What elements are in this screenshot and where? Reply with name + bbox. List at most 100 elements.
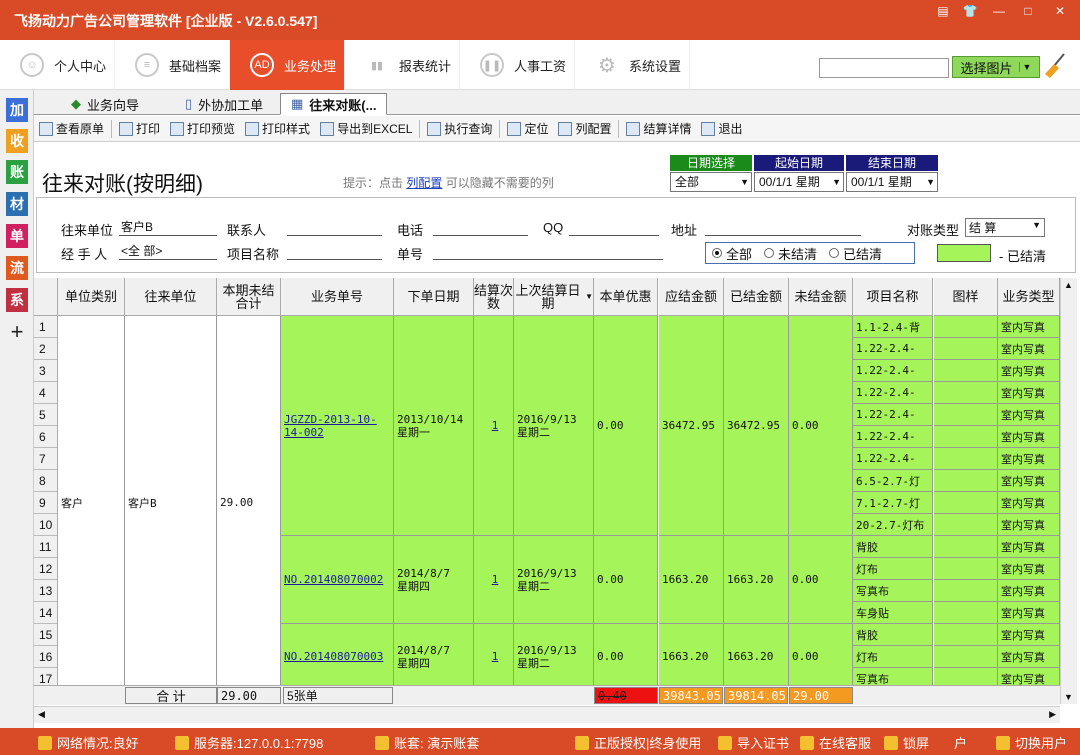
horizontal-scrollbar[interactable]: ◀ ▶	[34, 706, 1060, 723]
broom-icon[interactable]	[1042, 52, 1068, 80]
online-service-button[interactable]: 在线客服	[800, 733, 871, 752]
order-number-cell[interactable]: JGZZD-2013-10-14-002	[281, 316, 394, 536]
switch-user-button[interactable]: 切换用户	[996, 733, 1067, 752]
search-input[interactable]	[819, 58, 949, 78]
select-image-button[interactable]: 选择图片 ▼	[952, 56, 1040, 78]
row-number: 6	[34, 426, 58, 448]
view-original-button[interactable]: 查看原单	[34, 118, 109, 140]
sidebar-order[interactable]: 单	[6, 224, 28, 248]
order-link[interactable]: NO.201408070003	[284, 650, 383, 663]
date-range-select[interactable]: 全部 ▼	[670, 172, 752, 192]
nav-settings[interactable]: ⚙ 系统设置	[575, 40, 690, 90]
column-header[interactable]: 单位类别	[58, 278, 125, 316]
nav-business[interactable]: AD 业务处理	[230, 40, 345, 90]
lock-screen-button[interactable]: 锁屏	[884, 733, 929, 752]
toolbar-label: 打印样式	[262, 122, 311, 136]
sidebar-material[interactable]: 材	[6, 192, 28, 216]
column-header[interactable]: 业务单号	[281, 278, 394, 316]
settle-count-cell[interactable]: 1	[474, 624, 514, 690]
scroll-up-icon[interactable]: ▲	[1064, 280, 1073, 290]
column-config-button[interactable]: 列配置	[553, 118, 616, 140]
order-no-field[interactable]	[433, 242, 663, 260]
sidebar-flow[interactable]: 流	[6, 256, 28, 280]
import-cert-button[interactable]: 导入证书	[718, 733, 789, 752]
handler-field[interactable]: <全 部>	[119, 242, 217, 260]
scroll-right-icon[interactable]: ▶	[1049, 709, 1056, 720]
order-number-cell[interactable]: NO.201408070003	[281, 624, 394, 690]
radio-settled[interactable]: 已结清	[829, 244, 882, 263]
phone-field[interactable]	[433, 218, 528, 236]
close-icon[interactable]: ✕	[1048, 2, 1072, 20]
tab-outsource[interactable]: ▯ 外协加工单	[174, 93, 274, 115]
nav-personal-center[interactable]: ☺ 个人中心	[0, 40, 115, 90]
pattern-cell	[934, 580, 998, 602]
column-header[interactable]: 图样	[934, 278, 998, 316]
order-link[interactable]: NO.201408070002	[284, 573, 383, 586]
tab-business-guide[interactable]: ◆ 业务向导	[60, 93, 150, 115]
sort-icon[interactable]: ▼	[585, 290, 593, 303]
nav-reports[interactable]: ▮▮ 报表统计	[345, 40, 460, 90]
biz-type-cell: 室内写真	[998, 382, 1060, 404]
menu-icon[interactable]: ▤	[931, 2, 955, 20]
biz-type-cell: 室内写真	[998, 624, 1060, 646]
address-field[interactable]	[705, 218, 861, 236]
settle-count-cell[interactable]: 1	[474, 316, 514, 536]
column-header[interactable]: 已结金额	[724, 278, 789, 316]
column-header[interactable]: 未结金额	[789, 278, 853, 316]
column-header[interactable]: 业务类型	[998, 278, 1060, 316]
settlement-detail-button[interactable]: 结算详情	[621, 118, 696, 140]
export-excel-button[interactable]: 导出到EXCEL	[315, 118, 417, 140]
scroll-left-icon[interactable]: ◀	[38, 709, 45, 720]
column-header[interactable]: 结算次数	[474, 278, 514, 316]
locate-button[interactable]: 定位	[502, 118, 553, 140]
print-preview-button[interactable]: 打印预览	[165, 118, 240, 140]
column-header[interactable]: 下单日期	[394, 278, 474, 316]
scroll-down-icon[interactable]: ▼	[1064, 692, 1073, 702]
project-field[interactable]	[287, 242, 382, 260]
skin-icon[interactable]: 👕	[958, 2, 982, 20]
column-header[interactable]: 本单优惠	[594, 278, 658, 316]
partner-field[interactable]: 客户B	[119, 218, 217, 236]
settle-status-radios: 全部 未结清 已结清	[705, 242, 915, 264]
print-button[interactable]: 打印	[114, 118, 165, 140]
column-header[interactable]: 往来单位	[125, 278, 217, 316]
discount-cell: 0.00	[594, 624, 658, 690]
sidebar-receive[interactable]: 收	[6, 129, 28, 153]
settle-count-link[interactable]: 1	[492, 419, 499, 432]
vertical-scrollbar[interactable]: ▲ ▼	[1060, 278, 1077, 704]
sidebar-add[interactable]: 加	[6, 98, 28, 122]
column-header[interactable]: 应结金额	[659, 278, 724, 316]
biz-type-cell: 室内写真	[998, 558, 1060, 580]
nav-basic-records[interactable]: ≡ 基础档案	[115, 40, 230, 90]
order-link[interactable]: JGZZD-2013-10-14-002	[284, 413, 393, 439]
contact-field[interactable]	[287, 218, 382, 236]
order-number-cell[interactable]: NO.201408070002	[281, 536, 394, 624]
totals-order-count: 5张单	[283, 687, 393, 704]
column-header[interactable]: 本期未结合计	[217, 278, 281, 316]
settle-count-link[interactable]: 1	[492, 573, 499, 586]
tab-reconciliation[interactable]: ▦ 往来对账(...	[280, 93, 388, 115]
print-style-button[interactable]: 打印样式	[240, 118, 315, 140]
column-header[interactable]: 上次结算日期 ▼	[514, 278, 594, 316]
settle-count-link[interactable]: 1	[492, 650, 499, 663]
project-name-cell: 1.22-2.4-	[853, 404, 933, 426]
sidebar-system[interactable]: 系	[6, 288, 28, 312]
minimize-icon[interactable]: —	[987, 2, 1011, 20]
nav-hr-payroll[interactable]: ❚❚ 人事工资	[460, 40, 575, 90]
row-number: 10	[34, 514, 58, 536]
maximize-icon[interactable]: □	[1016, 2, 1040, 20]
start-date-picker[interactable]: 00/1/1 星期 ▼	[754, 172, 844, 192]
radio-all[interactable]: 全部	[712, 244, 752, 263]
recon-type-select[interactable]: 结 算 ▼	[965, 218, 1045, 237]
exit-button[interactable]: 退出	[696, 118, 747, 140]
radio-unsettled[interactable]: 未结清	[764, 244, 817, 263]
sidebar-account[interactable]: 账	[6, 160, 28, 184]
run-query-button[interactable]: 执行查询	[422, 118, 497, 140]
end-date-picker[interactable]: 00/1/1 星期 ▼	[846, 172, 938, 192]
qq-field[interactable]	[569, 218, 659, 236]
column-config-link[interactable]: 列配置	[406, 176, 442, 190]
sidebar-plus[interactable]: +	[6, 319, 28, 344]
settle-count-cell[interactable]: 1	[474, 536, 514, 624]
column-header[interactable]: 项目名称	[853, 278, 933, 316]
document-icon	[39, 121, 53, 136]
